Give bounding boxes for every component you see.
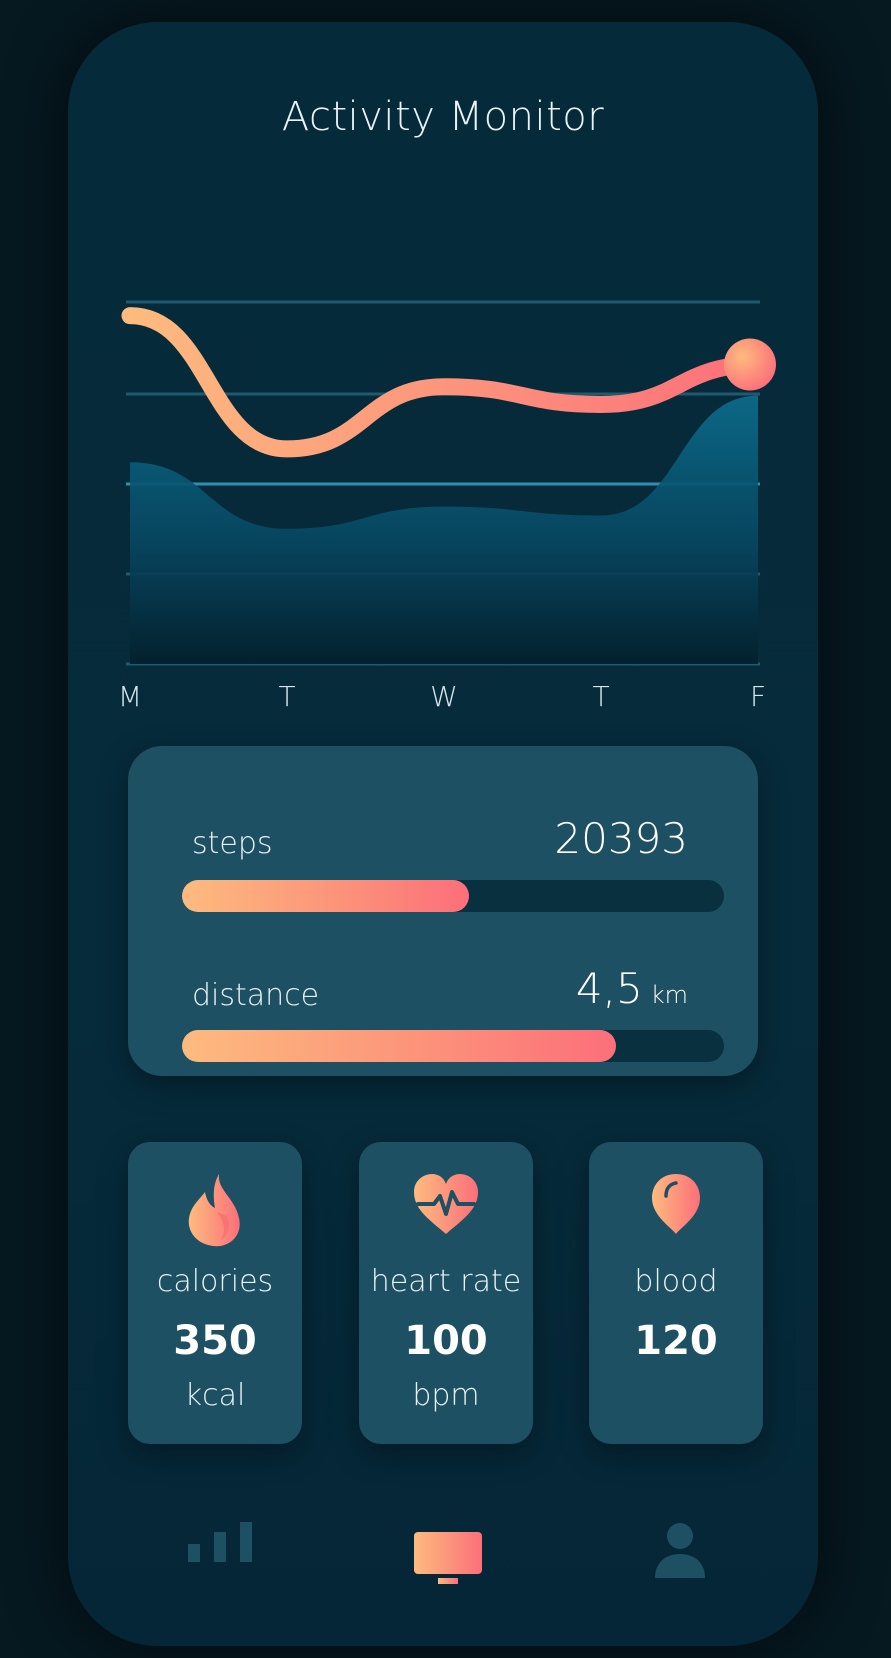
steps-progress-track bbox=[182, 880, 724, 912]
chart-x-tick-label: W bbox=[430, 680, 458, 713]
steps-label: steps bbox=[192, 826, 273, 861]
chart-x-tick-label: T bbox=[592, 680, 610, 713]
heart-rate-tile[interactable]: heart rate 100 bpm bbox=[359, 1142, 533, 1444]
user-icon bbox=[655, 1523, 705, 1578]
chart-x-tick-label: M bbox=[117, 680, 143, 713]
calories-tile[interactable]: calories 350 kcal bbox=[128, 1142, 302, 1444]
blood-drop-icon bbox=[650, 1172, 702, 1240]
heart-rate-value: 100 bbox=[404, 1318, 488, 1364]
nav-stats-button[interactable] bbox=[186, 1520, 256, 1566]
chart-area-series bbox=[130, 395, 758, 664]
heart-rate-label: heart rate bbox=[370, 1264, 522, 1299]
distance-progress-track bbox=[182, 1030, 724, 1062]
chart-x-tick-label: F bbox=[749, 680, 767, 713]
distance-label: distance bbox=[192, 978, 320, 1013]
heart-pulse-icon bbox=[412, 1172, 480, 1240]
calories-unit: kcal bbox=[184, 1378, 246, 1413]
bar-chart-icon bbox=[188, 1522, 252, 1562]
calories-label: calories bbox=[156, 1264, 274, 1299]
chart-x-tick-label: T bbox=[278, 680, 296, 713]
distance-value: 4,5 km bbox=[576, 964, 688, 1013]
chart-line-series bbox=[121, 307, 767, 458]
blood-value: 120 bbox=[634, 1318, 718, 1364]
nav-monitor-button[interactable] bbox=[413, 1530, 483, 1590]
steps-value: 20393 bbox=[554, 814, 688, 863]
blood-label: blood bbox=[634, 1264, 718, 1299]
phone-frame: Activity Monitor MTWTF steps 20393 dista… bbox=[68, 22, 818, 1646]
distance-number: 4,5 bbox=[575, 964, 643, 1013]
blood-tile[interactable]: blood 120 bbox=[589, 1142, 763, 1444]
heart-rate-unit: bpm bbox=[412, 1378, 480, 1413]
nav-profile-button[interactable] bbox=[654, 1522, 706, 1584]
distance-unit: km bbox=[650, 981, 688, 1009]
distance-progress-fill bbox=[182, 1030, 616, 1062]
activity-chart bbox=[121, 300, 776, 666]
monitor-icon bbox=[414, 1532, 482, 1584]
stats-card: steps 20393 distance 4,5 km bbox=[128, 746, 758, 1076]
chart-current-point[interactable] bbox=[724, 338, 776, 391]
flame-icon bbox=[183, 1172, 247, 1252]
steps-progress-fill bbox=[182, 880, 470, 912]
calories-value: 350 bbox=[173, 1318, 257, 1364]
